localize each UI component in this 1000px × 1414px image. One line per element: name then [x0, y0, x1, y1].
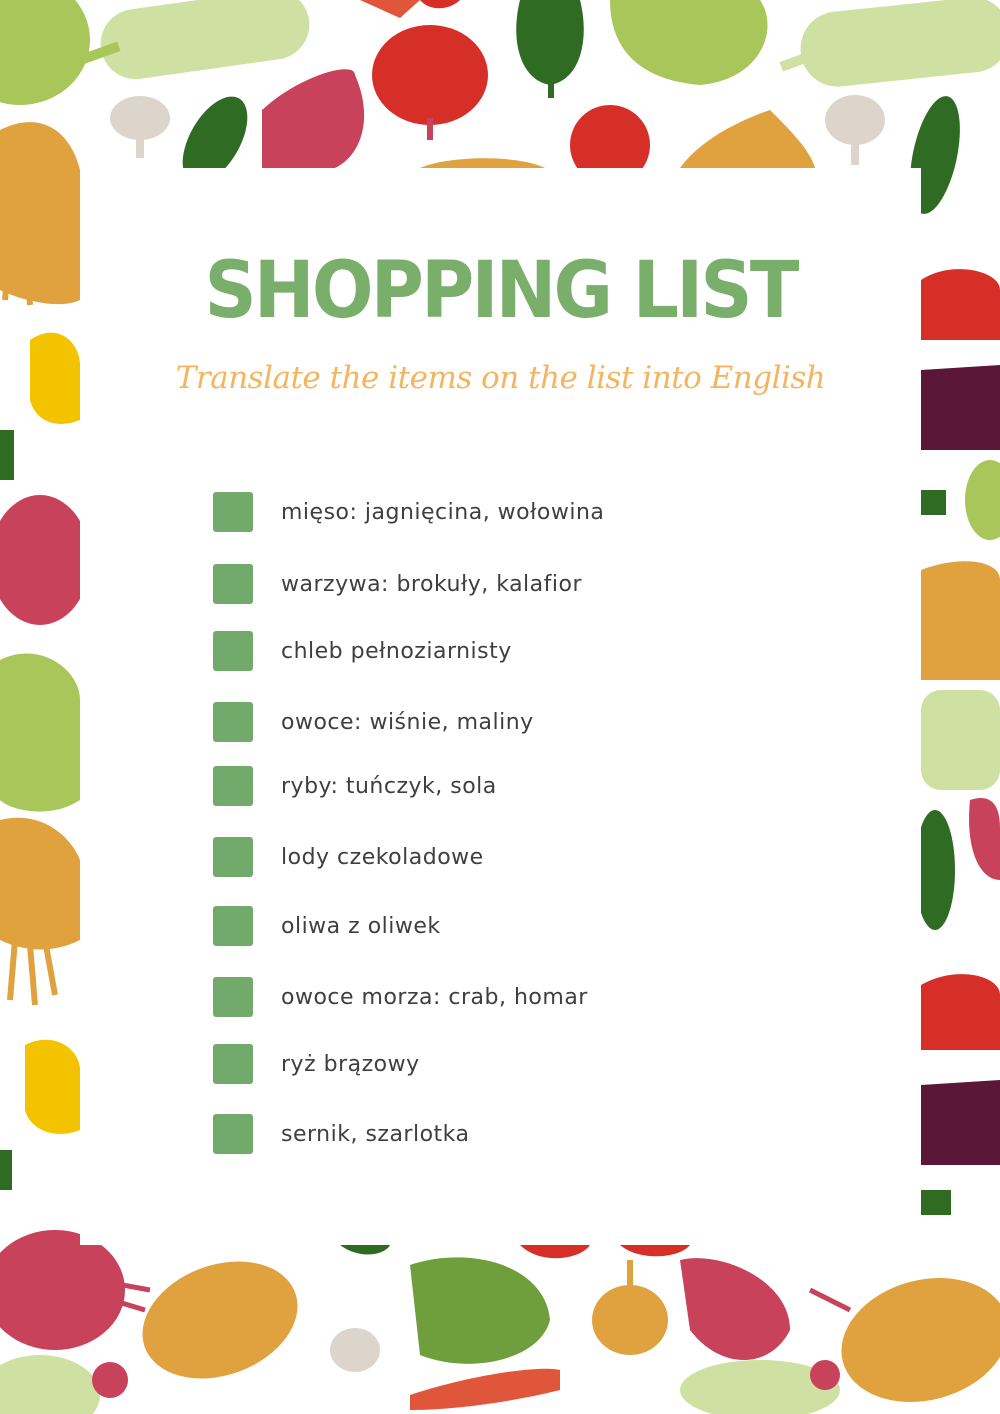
list-item: sernik, szarlotka [213, 1112, 470, 1156]
item-label: ryż brązowy [281, 1051, 420, 1077]
item-label: chleb pełnoziarnisty [281, 638, 512, 664]
checkbox[interactable] [213, 702, 253, 742]
item-label: ryby: tuńczyk, sola [281, 773, 497, 799]
checkbox[interactable] [213, 837, 253, 877]
shopping-list: mięso: jagnięcina, wołowina warzywa: bro… [80, 168, 921, 1245]
list-item: lody czekoladowe [213, 835, 484, 879]
item-label: oliwa z oliwek [281, 913, 441, 939]
checkbox[interactable] [213, 1044, 253, 1084]
checkbox[interactable] [213, 492, 253, 532]
list-item: owoce morza: crab, homar [213, 975, 588, 1019]
list-item: ryby: tuńczyk, sola [213, 764, 497, 808]
item-label: owoce: wiśnie, maliny [281, 709, 534, 735]
checkbox[interactable] [213, 977, 253, 1017]
list-item: ryż brązowy [213, 1042, 420, 1086]
shopping-list-card: SHOPPING LIST Translate the items on the… [80, 168, 921, 1245]
list-item: oliwa z oliwek [213, 904, 441, 948]
item-label: lody czekoladowe [281, 844, 484, 870]
list-item: mięso: jagnięcina, wołowina [213, 490, 604, 534]
list-item: warzywa: brokuły, kalafior [213, 562, 582, 606]
checkbox[interactable] [213, 564, 253, 604]
checkbox[interactable] [213, 1114, 253, 1154]
item-label: mięso: jagnięcina, wołowina [281, 499, 605, 525]
item-label: owoce morza: crab, homar [281, 984, 588, 1010]
list-item: owoce: wiśnie, maliny [213, 700, 534, 744]
checkbox[interactable] [213, 906, 253, 946]
item-label: warzywa: brokuły, kalafior [281, 571, 583, 597]
item-label: sernik, szarlotka [281, 1121, 470, 1147]
list-item: chleb pełnoziarnisty [213, 629, 512, 673]
checkbox[interactable] [213, 631, 253, 671]
checkbox[interactable] [213, 766, 253, 806]
